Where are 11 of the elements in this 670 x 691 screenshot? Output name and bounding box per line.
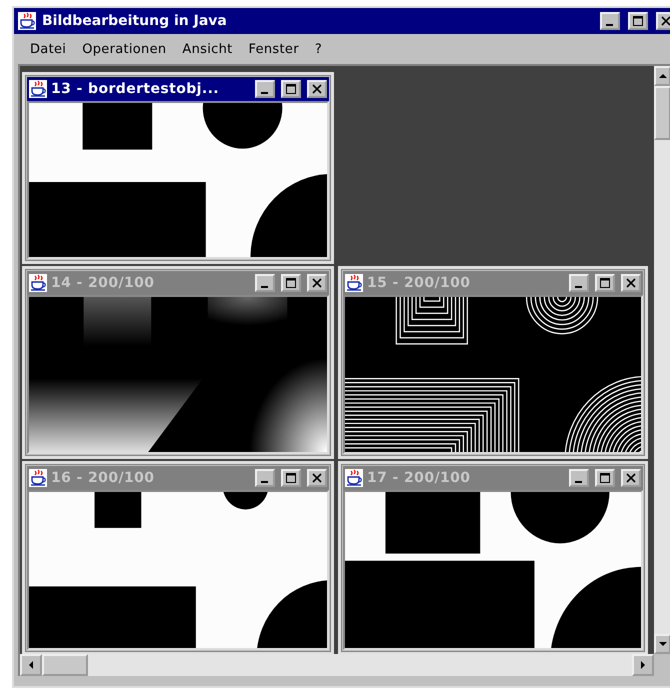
menu-item[interactable]: Ansicht [174,42,241,56]
menu-item[interactable]: ? [306,42,330,56]
menu-item[interactable]: Datei [22,42,74,56]
internal-window-title: 16 - 200/100 [51,470,156,486]
internal-window-title: 17 - 200/100 [367,470,472,486]
internal-window-title: 14 - 200/100 [51,275,156,291]
menu-item[interactable]: Operationen [74,42,174,56]
window-title: Bildbearbeitung in Java [42,13,228,29]
menu-item[interactable]: Fenster [240,42,307,56]
internal-window-title: 15 - 200/100 [367,275,472,291]
internal-window-title: 13 - bordertestobj... [51,81,220,97]
